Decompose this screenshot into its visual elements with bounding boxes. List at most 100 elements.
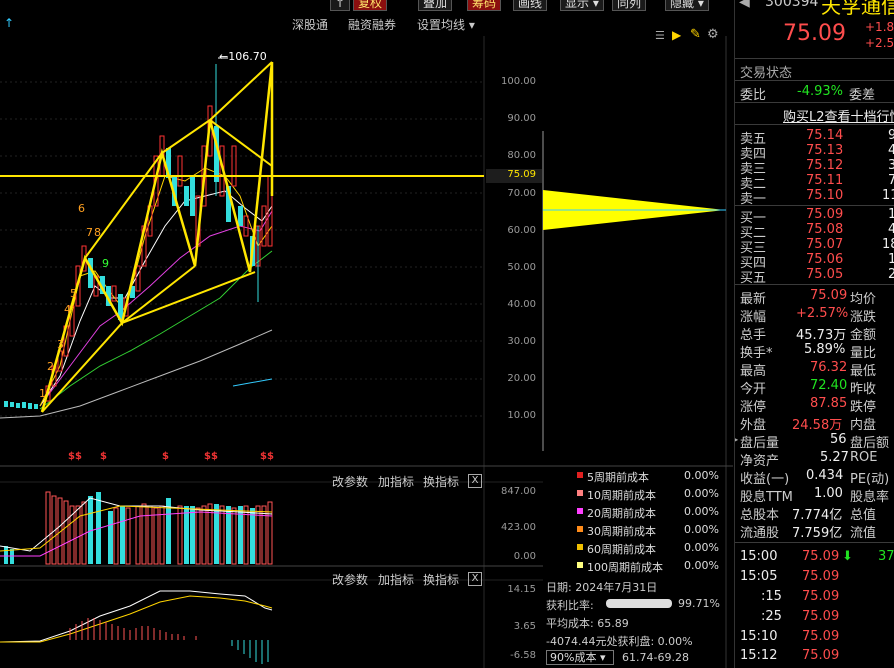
stat-row: 最新 75.09 均价	[740, 288, 876, 307]
legend-name: 5周期前成本	[587, 471, 649, 484]
stat-label: 最新	[740, 292, 767, 307]
cost-legend-row: 5周期前成本 0.00%	[577, 467, 727, 485]
stat-value: 75.09	[810, 288, 848, 303]
toolbar-tab-display[interactable]: 显示 ▾	[560, 0, 604, 11]
stat-row: 涨停 87.85 跌停	[740, 396, 876, 415]
signal-marker: $$	[68, 451, 82, 462]
legend-pct: 0.00%	[684, 541, 719, 554]
candles	[4, 64, 273, 409]
stat-row: 涨幅 +2.57% 涨跌	[740, 306, 876, 325]
legend-name: 10周期前成本	[587, 489, 656, 502]
stat-label: 盘后量	[740, 436, 780, 451]
stat-label-right: 量比	[850, 346, 877, 361]
macd-add-indicator[interactable]: 加指标	[378, 571, 414, 588]
legend-swatch	[577, 562, 583, 568]
stat-label-right: 股息率	[850, 490, 890, 505]
ask-price: 75.14	[806, 128, 844, 143]
legend-pct: 0.00%	[684, 469, 719, 482]
stat-label: 净资产	[740, 454, 780, 469]
link-ma-settings[interactable]: 设置均线 ▾	[417, 16, 475, 33]
price-tick: 90.00	[507, 113, 536, 124]
toolbar-tab-hide[interactable]: 隐藏 ▾	[665, 0, 709, 11]
stat-label: 涨幅	[740, 310, 767, 325]
wave-label: 1	[39, 387, 46, 400]
bid-vol: 1	[888, 252, 894, 267]
bid-price: 75.06	[806, 252, 844, 267]
legend-name: 100周期前成本	[587, 561, 663, 574]
stat-row: 股息TTM 1.00 股息率	[740, 486, 889, 505]
collapse-handle-icon[interactable]: ▶	[735, 432, 738, 446]
cost-range: 61.74-69.28	[622, 651, 689, 664]
ask-price: 75.13	[806, 143, 844, 158]
close-icon[interactable]: X	[468, 572, 482, 586]
macd-switch-indicator[interactable]: 换指标	[423, 571, 459, 588]
stat-label-right: 流值	[850, 526, 877, 541]
wave-label: 8	[94, 226, 101, 239]
l2-link[interactable]: 购买L2查看十档行情	[783, 106, 894, 125]
toolbar-tab[interactable]: ↑	[330, 0, 351, 11]
stat-label-right: 总值	[850, 508, 877, 523]
price-change-pct: +2.57	[865, 36, 894, 50]
last-price: 75.09	[783, 21, 846, 46]
stat-label-right: PE(动)	[850, 472, 890, 487]
macd-edit-params[interactable]: 改参数	[332, 571, 368, 588]
toolbar-tab-draw[interactable]: 画线	[513, 0, 548, 11]
quote-panel: ◀ 300394 天孚通信 75.09 +1.88 +2.57 交易状态 委比 …	[734, 0, 894, 668]
vol-edit-params[interactable]: 改参数	[332, 473, 368, 490]
cost-select[interactable]: 90%成本 ▾	[546, 650, 614, 665]
cost-legend-row: 20周期前成本 0.00%	[577, 503, 727, 521]
legend-swatch	[577, 490, 583, 496]
vol-add-indicator[interactable]: 加指标	[378, 473, 414, 490]
up-arrow-icon[interactable]: ↑	[4, 16, 14, 30]
ask-vol: 7	[888, 173, 894, 188]
toolbar-tab-fuquan[interactable]: 复权	[353, 0, 388, 11]
stat-label-right: 最低	[850, 364, 877, 379]
stat-value: 1.00	[814, 486, 843, 501]
tick-price: 75.09	[802, 648, 840, 663]
macd-tick: 14.15	[507, 584, 536, 595]
bid-price: 75.07	[806, 237, 844, 252]
tick-time: :25	[761, 609, 782, 624]
signal-marker: $	[162, 451, 169, 462]
close-icon[interactable]: X	[468, 474, 482, 488]
macd-lines	[0, 590, 273, 664]
stat-label: 收益(一)	[740, 472, 790, 487]
vol-tick: 423.00	[501, 522, 536, 533]
legend-name: 20周期前成本	[587, 507, 656, 520]
ask-vol: 3	[888, 158, 894, 173]
toolbar-tab-chips[interactable]: 筹码	[467, 0, 502, 11]
stat-value: 72.40	[810, 378, 848, 393]
price-tick: 10.00	[507, 410, 536, 421]
chart-subbar: ↑ 深股通 融资融券 设置均线 ▾ ☰ ▶ ✎ ⚙	[0, 13, 733, 42]
legend-name: 30周期前成本	[587, 525, 656, 538]
stat-label: 涨停	[740, 400, 767, 415]
stat-value: 87.85	[810, 396, 848, 411]
current-price-label: 75.09	[507, 169, 536, 180]
legend-swatch	[577, 526, 583, 532]
legend-swatch	[577, 508, 583, 514]
price-tick: 30.00	[507, 336, 536, 347]
tick-row: 15:00 75.09⬇ 378	[740, 549, 894, 564]
stat-row: 换手* 5.89% 量比	[740, 342, 876, 361]
signal-marker: $	[100, 451, 107, 462]
price-change: +1.88	[865, 20, 894, 34]
stat-label: 股息TTM	[740, 490, 793, 505]
back-icon[interactable]: ◀	[739, 0, 750, 10]
stat-row: 总手 45.73万 金额	[740, 324, 876, 343]
bid-vol: 4	[888, 222, 894, 237]
toolbar-tab-overlay[interactable]: 叠加	[418, 0, 453, 11]
link-sgt[interactable]: 深股通	[292, 16, 328, 33]
link-margin[interactable]: 融资融券	[348, 16, 396, 33]
stat-value: 7.759亿	[792, 526, 843, 541]
price-tick: 100.00	[501, 76, 536, 87]
trade-status-label: 交易状态	[740, 66, 793, 81]
tick-price: 75.09	[802, 589, 840, 604]
stat-value: 5.27	[820, 450, 849, 465]
wb-label: 委比	[740, 88, 767, 103]
vol-switch-indicator[interactable]: 换指标	[423, 473, 459, 490]
toolbar-tab-same[interactable]: 同列	[612, 0, 647, 11]
profit-ratio-value: 99.71%	[678, 597, 720, 610]
tick-price: 75.09	[802, 629, 840, 644]
vol-tick: 847.00	[501, 486, 536, 497]
tick-time: 15:00	[740, 549, 778, 564]
